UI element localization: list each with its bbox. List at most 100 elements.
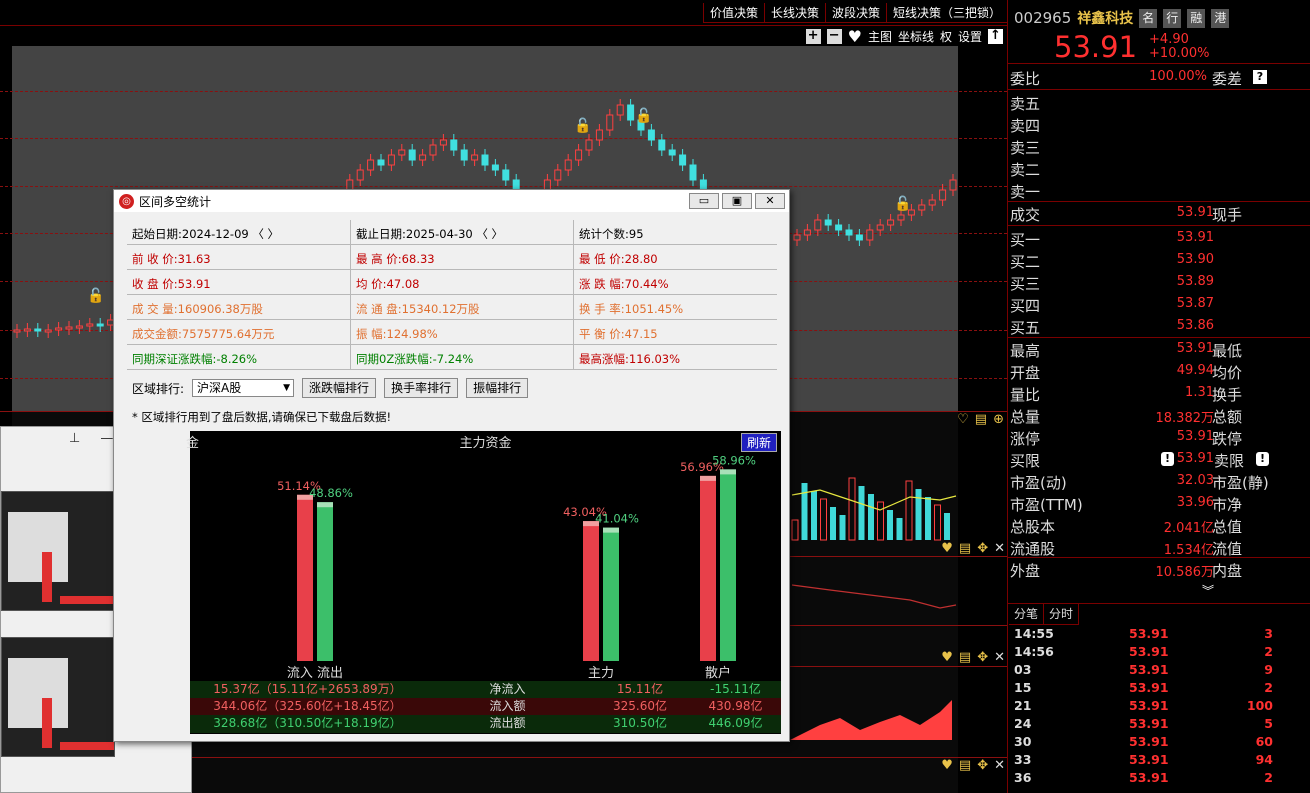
stats-cell: 最 低 价:28.80	[573, 245, 777, 269]
expand-chevron-icon[interactable]: ︾	[1202, 582, 1214, 599]
stats-cell: 平 衡 价:47.15	[573, 320, 777, 344]
row-label: 卖五	[1010, 95, 1041, 113]
stats-cell: 收 盘 价:53.91	[132, 277, 211, 291]
tick-time: 15	[1014, 680, 1032, 695]
row-label: 卖四	[1010, 117, 1041, 135]
panel-settings-icon[interactable]: ▤	[959, 650, 971, 665]
tick-row: 15 53.91 2	[1009, 680, 1309, 698]
grid-line	[0, 91, 1007, 92]
fund-cell: 流入额	[489, 699, 526, 713]
tab-name[interactable]: 名	[1139, 8, 1158, 28]
bar-cap	[720, 469, 736, 475]
axis-button[interactable]: 坐标线	[898, 28, 934, 45]
tab-intraday[interactable]: 分时	[1044, 604, 1080, 624]
tab-margin[interactable]: 融	[1187, 8, 1206, 28]
webi-row: 委比 100.00% 委差?	[1009, 66, 1310, 88]
row-label: 总量	[1010, 408, 1041, 426]
tick-volume: 60	[1255, 734, 1273, 749]
stats-cell: 最高涨幅:116.03%	[573, 345, 777, 369]
close-icon[interactable]: ✕	[994, 541, 1005, 556]
quote-header: 002965 祥鑫科技 名 行 融 港	[1008, 0, 1310, 30]
heart-icon[interactable]: ♥	[941, 650, 953, 665]
pin-icon[interactable]: ⊥	[69, 431, 80, 446]
rank-change-button[interactable]: 涨跌幅排行	[302, 378, 377, 398]
pin-icon[interactable]: ✥	[977, 650, 988, 665]
tick-time: 24	[1014, 716, 1032, 731]
rank-market-select[interactable]: 沪深A股 ▼	[192, 379, 295, 397]
tick-row: 03 53.91 9	[1009, 662, 1309, 680]
row-value: 18.382万	[1155, 411, 1215, 426]
help-icon[interactable]: ?	[1253, 70, 1267, 84]
stats-cell: 起始日期:2024-12-09 〈 〉	[132, 227, 280, 241]
maximize-button[interactable]: ▣	[722, 193, 752, 209]
warning-icon[interactable]: !	[1256, 452, 1269, 466]
price-change: +4.90 +10.00%	[1149, 32, 1209, 61]
pin-icon[interactable]: ✥	[977, 541, 988, 556]
settings-button[interactable]: 设置	[958, 28, 982, 45]
stats-row: 收 盘 价:53.91 均 价:47.08 涨 跌 幅:70.44%	[127, 270, 777, 295]
row-value: 33.96	[1176, 495, 1214, 510]
fund-cell: 446.09亿	[708, 716, 763, 730]
panel-settings-icon[interactable]: ▤	[959, 541, 971, 556]
tick-time: 21	[1014, 698, 1032, 713]
row-label2: 总值	[1212, 518, 1243, 536]
sell-level: 卖一	[1009, 179, 1310, 201]
close-icon[interactable]: ✕	[994, 758, 1005, 773]
app-logo-icon: ◎	[119, 193, 134, 209]
divider	[1008, 225, 1310, 226]
rights-button[interactable]: 权	[940, 28, 952, 45]
tab-hk[interactable]: 港	[1211, 8, 1230, 28]
close-button[interactable]: ✕	[755, 193, 785, 209]
long-decision-button[interactable]: 长线决策	[763, 3, 825, 23]
tick-time: 36	[1014, 770, 1032, 785]
short-decision-button[interactable]: 短线决策（三把锁）	[885, 3, 1007, 23]
zoom-in-button[interactable]: +	[805, 29, 821, 44]
tick-row: 33 53.91 94	[1009, 752, 1309, 770]
minimize-button[interactable]: ▭	[689, 193, 719, 209]
row-value: 53.91	[1176, 230, 1214, 245]
heart-icon[interactable]: ♥	[941, 758, 953, 773]
row-value: 32.03	[1176, 473, 1214, 488]
stats-cell: 涨 跌 幅:70.44%	[573, 270, 777, 294]
row-label2: 流值	[1212, 540, 1243, 558]
stats-cell: 统计个数:95	[573, 220, 777, 244]
row-label: 开盘	[1010, 364, 1041, 382]
main-chart-button[interactable]: 主图	[868, 28, 892, 45]
tab-industry[interactable]: 行	[1163, 8, 1182, 28]
buy-level: 买三 53.89	[1009, 271, 1310, 293]
stat-row: 涨停 53.91 跌停	[1009, 426, 1310, 448]
row-value: 2.041亿	[1163, 521, 1214, 536]
rank-amplitude-button[interactable]: 振幅排行	[466, 378, 529, 398]
wave-decision-button[interactable]: 波段决策	[824, 3, 886, 23]
value-decision-button[interactable]: 价值决策	[702, 3, 764, 23]
panel-settings-icon[interactable]: ▤	[975, 412, 987, 427]
panel-settings-icon[interactable]: ▤	[959, 758, 971, 773]
warning-icon[interactable]: !	[1161, 452, 1174, 466]
row-label2: 市净	[1212, 496, 1243, 514]
tick-volume: 2	[1264, 680, 1273, 695]
tab-ticks[interactable]: 分笔	[1009, 604, 1045, 624]
favorite-heart-icon[interactable]: ♥	[848, 27, 862, 46]
inflow-bar	[700, 475, 716, 661]
price-row: 53.91 +4.90 +10.00%	[1008, 30, 1310, 64]
category-label: 流入 流出	[287, 666, 343, 681]
buy-level: 买一 53.91	[1009, 227, 1310, 249]
fund-cell: -15.11亿	[710, 682, 761, 696]
dialog-titlebar[interactable]: ◎ 区间多空统计 ▭ ▣ ✕	[114, 190, 789, 212]
minimize-icon[interactable]: —	[100, 431, 113, 446]
panel-search-icon[interactable]: ⊕	[993, 412, 1004, 427]
row-value: 53.89	[1176, 274, 1214, 289]
stats-cell: 换 手 率:1051.45%	[573, 295, 777, 319]
tick-volume: 9	[1264, 662, 1273, 677]
top-bar: 价值决策 长线决策 波段决策 短线决策（三把锁）	[0, 0, 1007, 26]
heart-icon[interactable]: ♡	[957, 412, 969, 427]
heart-icon[interactable]: ♥	[941, 541, 953, 556]
collapse-up-button[interactable]: ↑	[988, 29, 1003, 44]
close-icon[interactable]: ✕	[994, 650, 1005, 665]
zoom-out-button[interactable]: −	[826, 29, 842, 44]
stats-cell: 成交金额:7575775.64万元	[132, 327, 275, 341]
fund-cell: 344.06亿（325.60亿+18.45亿）	[213, 699, 402, 713]
outflow-bar	[317, 502, 333, 661]
pin-icon[interactable]: ✥	[977, 758, 988, 773]
rank-turnover-button[interactable]: 换手率排行	[384, 378, 459, 398]
